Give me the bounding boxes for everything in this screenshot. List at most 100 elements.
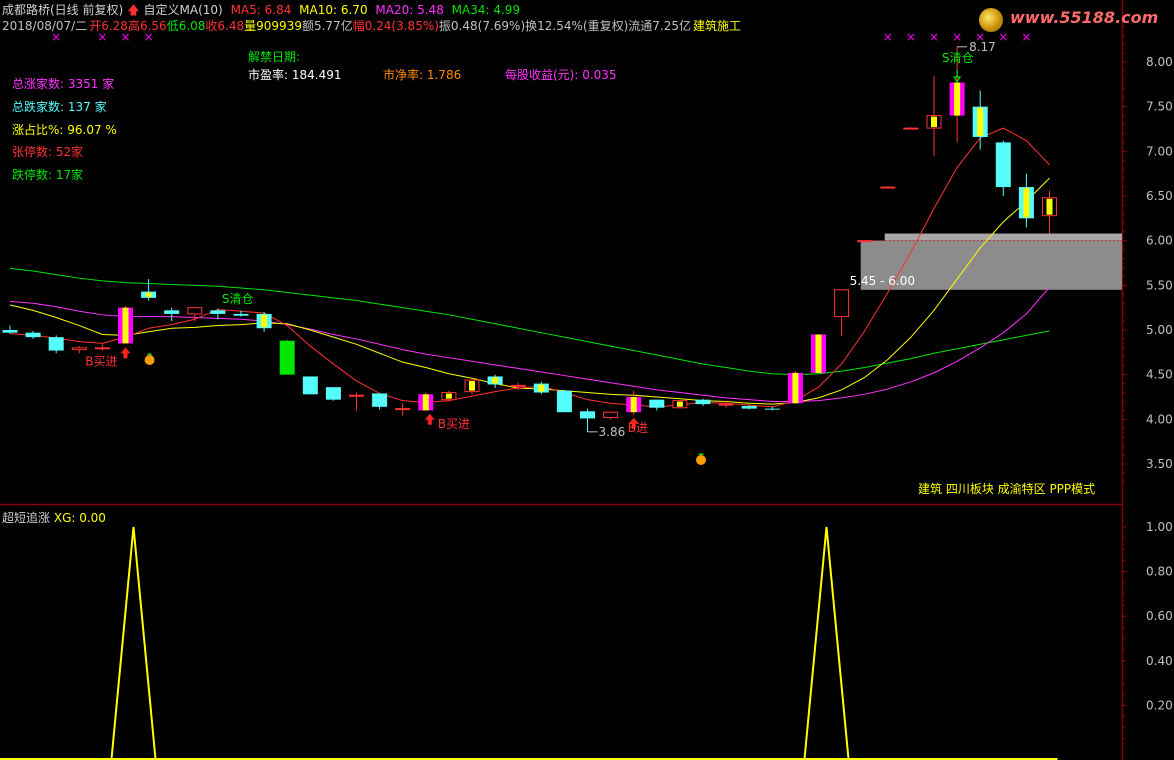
coin-icon [696,455,706,465]
candle-body [556,390,572,413]
top-signal-marker: × [929,30,939,44]
stock-title[interactable]: 成都路桥(日线 前复权) [2,3,123,17]
candle-body [48,337,64,351]
ma20-value: MA20: 5.48 [375,3,444,17]
sub-y-tick-label: 0.60 [1146,609,1173,623]
candle-body [372,393,388,407]
quote-date: 2018/08/07/二 [2,19,88,33]
candle-body [94,347,110,350]
buy-label-1: B买进 [85,354,117,368]
quote-amplitude: 振0.48(7.69%) [438,19,526,33]
top-signal-marker: × [1021,30,1031,44]
sub-y-tick-label: 0.40 [1146,654,1173,668]
candle-body [603,411,619,419]
candle-body [834,289,850,318]
candle-core [676,401,683,407]
candle-body [2,330,18,333]
indicator-label: 超短追涨 XG: 0.00 [2,509,106,526]
sell-label-1: S清仓 [222,292,254,306]
quote-amount: 额5.77亿 [301,19,353,33]
signal-candle-core [954,82,961,116]
concept-tags: 建筑 四川板块 成渝特区 PPP模式 [918,482,1096,496]
signal-candle-core [792,372,799,404]
signal-candle-core [630,397,637,413]
ma5-value: MA5: 6.84 [230,3,292,17]
signal-candle-core [815,334,822,373]
quote-change: 幅0.24(3.85%) [352,19,439,33]
buy-label-2: B买进 [438,417,470,431]
candle-body [279,340,295,375]
candle-body [695,399,711,405]
candle-body [164,310,180,314]
candle-body [395,408,411,411]
candle-core [492,377,499,384]
up-arrow-icon: 🡅 [127,3,140,17]
candle-body [510,384,526,387]
candle-body [880,186,896,189]
quote-float: 流通7.25亿 [628,19,691,33]
signal-candle-core [122,307,129,344]
ma34-value: MA34: 4.99 [451,3,521,17]
candle-body [857,240,873,243]
indicator-name[interactable]: 超短追涨 [2,511,50,525]
stock-chart-canvas[interactable]: 8.00 7.50 7.00 6.50 6.00 5.50 5.00 4.50 4.00 3.50… [0,0,1174,760]
candle-body [187,307,203,315]
top-signal-marker: × [952,30,962,44]
y-tick-label: 5.00 [1146,323,1173,337]
y-tick-label: 6.50 [1146,189,1173,203]
stat-limit-down: 跌停数: 17家 [12,168,84,182]
y-tick-label: 7.50 [1146,100,1173,114]
ma10-value: MA10: 6.70 [299,3,368,17]
signal-candle-core [422,394,429,411]
candle-body [302,376,318,395]
candle-body [349,394,364,397]
candle-core [261,314,268,328]
candle-core [931,116,937,128]
stat-down-total: 总跌家数: 137 家 [12,100,107,114]
top-signal-marker: × [883,30,893,44]
candle-body [25,332,41,338]
quote-close: 收6.48 [205,19,245,33]
eps-value: 每股收益(元): 0.035 [505,68,617,82]
indicator-xg: XG: 0.00 [53,511,106,525]
y-tick-label: 4.50 [1146,368,1173,382]
candle-core [145,292,152,297]
candle-body [903,127,919,130]
y-tick-label: 6.00 [1146,234,1173,248]
background [0,0,1174,760]
quote-line: 2018/08/07/二 开6.28高6.56低6.08收6.48量909939额… [2,17,745,34]
y-tick-label: 7.00 [1146,144,1173,158]
low-price-label: 3.86 [599,425,626,439]
quote-low: 低6.08 [166,19,206,33]
y-tick-label: 8.00 [1146,55,1173,69]
quote-industry[interactable]: 建筑施工 [693,19,741,33]
sub-y-tick-label: 0.80 [1146,565,1173,579]
sub-y-tick-label: 1.00 [1146,520,1173,534]
custom-ma-label[interactable]: 自定义MA(10) [144,3,223,17]
pb-ratio: 市净率: 1.786 [383,68,462,82]
candle-core [1046,198,1053,215]
box-range-label: 5.45 - 6.00 [850,274,915,288]
top-signal-marker: × [906,30,916,44]
quote-volume: 量909939 [244,19,302,33]
candle-core [1023,188,1030,218]
candle-body [995,142,1011,188]
candle-core [445,393,452,399]
candle-body [741,405,757,409]
coin-icon [144,355,155,365]
candle-body [649,399,665,408]
y-tick-label: 3.50 [1146,457,1173,471]
site-logo: www.55188.com [1010,8,1159,27]
stat-up-total: 总涨家数: 3351 家 [12,77,115,91]
top-signal-marker: × [998,30,1008,44]
candle-body [718,403,734,406]
candle-core [977,107,984,137]
stat-limit-up: 张停数: 52家 [12,145,84,159]
y-tick-label: 5.50 [1146,278,1173,292]
y-tick-label: 4.00 [1146,412,1173,426]
quote-open: 开6.28 [89,19,128,33]
candle-body [71,347,87,351]
candle-body [233,313,249,316]
candle-core [469,381,475,391]
quote-high: 高6.56 [127,19,167,33]
